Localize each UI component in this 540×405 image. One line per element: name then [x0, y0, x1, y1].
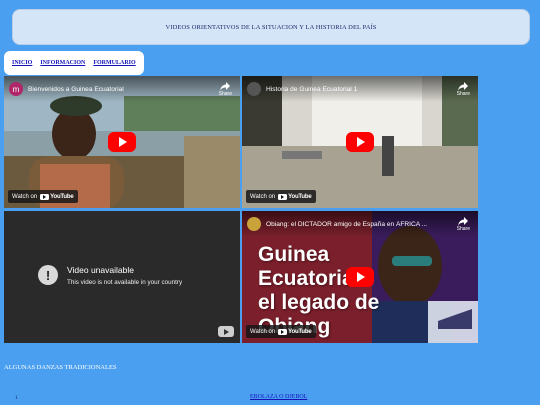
top-nav: INICIO INFORMACION FORMULARIO [4, 51, 144, 75]
unavailable-subtitle: This video is not available in your coun… [67, 279, 183, 286]
share-icon [220, 82, 231, 91]
link-ebolaza[interactable]: EBOLAZA O DJEBOL [250, 394, 307, 400]
share-label: Share [456, 91, 470, 97]
youtube-logo: YouTube [278, 193, 312, 200]
banner-title: VIDEOS ORIENTATIVOS DE LA SITUACION Y LA… [165, 23, 377, 31]
alert-icon: ! [38, 265, 58, 285]
video-embed-historia[interactable]: Historia de Guinea Ecuatorial 1 Share Wa… [242, 76, 478, 208]
channel-avatar[interactable]: m [9, 82, 23, 96]
share-button[interactable]: Share [219, 82, 232, 97]
youtube-play-icon [278, 193, 288, 200]
unavailable-message: ! Video unavailable This video is not av… [38, 265, 182, 286]
video-embed-unavailable[interactable]: ! Video unavailable This video is not av… [4, 211, 240, 343]
unavailable-title: Video unavailable [67, 265, 134, 275]
video-title[interactable]: Historia de Guinea Ecuatorial 1 [266, 86, 357, 93]
video-embed-bienvenidos[interactable]: m Bienvenidos a Guinea Ecuatorial Share … [4, 76, 240, 208]
watch-on-youtube[interactable]: Watch on YouTube [8, 190, 78, 203]
youtube-play-icon [278, 328, 288, 335]
play-button[interactable] [346, 267, 374, 287]
channel-avatar[interactable] [247, 82, 261, 96]
youtube-play-icon [40, 193, 50, 200]
youtube-icon[interactable] [218, 326, 234, 337]
share-label: Share [218, 91, 232, 97]
page-banner: VIDEOS ORIENTATIVOS DE LA SITUACION Y LA… [12, 9, 530, 45]
channel-avatar[interactable] [247, 217, 261, 231]
video-title[interactable]: Bienvenidos a Guinea Ecuatorial [28, 86, 124, 93]
video-embed-obiang[interactable]: Guinea Ecuatorial el legado de Obiang Ob… [242, 211, 478, 343]
share-button[interactable]: Share [457, 217, 470, 232]
share-icon [458, 217, 469, 226]
share-icon [458, 82, 469, 91]
youtube-logo: YouTube [278, 328, 312, 335]
play-button[interactable] [108, 132, 136, 152]
watch-label: Watch on [250, 328, 276, 335]
watch-on-youtube[interactable]: Watch on YouTube [246, 190, 316, 203]
youtube-logo: YouTube [40, 193, 74, 200]
share-label: Share [456, 226, 470, 232]
nav-informacion[interactable]: INFORMACION [40, 60, 85, 66]
section-heading-danzas: ALGUNAS DANZAS TRADICIONALES [4, 364, 117, 371]
list-item-number: 1 [15, 395, 18, 401]
nav-inicio[interactable]: INICIO [12, 60, 32, 66]
watch-label: Watch on [250, 193, 276, 200]
play-button[interactable] [346, 132, 374, 152]
video-title[interactable]: Obiang: el DICTADOR amigo de España en Á… [266, 221, 427, 228]
share-button[interactable]: Share [457, 82, 470, 97]
watch-label: Watch on [12, 193, 38, 200]
nav-formulario[interactable]: FORMULARIO [93, 60, 135, 66]
watch-on-youtube[interactable]: Watch on YouTube [246, 325, 316, 338]
